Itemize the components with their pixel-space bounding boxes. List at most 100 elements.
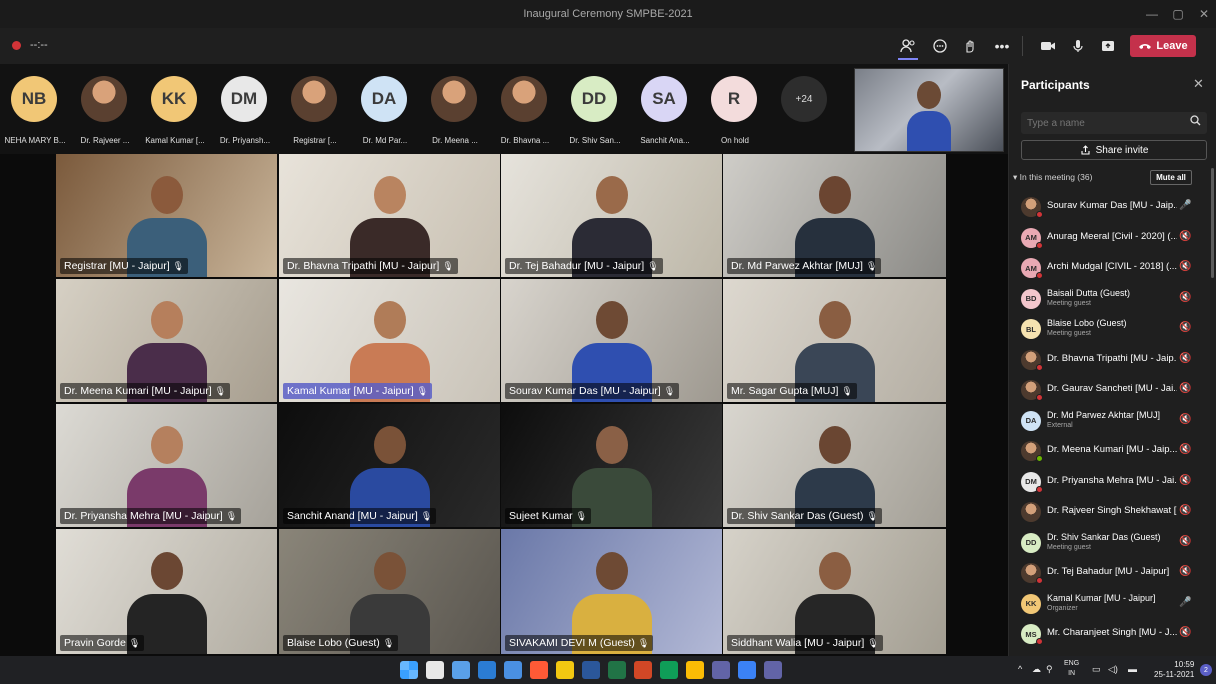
participant-list-item[interactable]: DD Dr. Shiv Sankar Das (Guest) Meeting gue…: [1009, 528, 1216, 559]
strip-participant[interactable]: Dr. Bhavna ...: [490, 64, 560, 154]
strip-participant[interactable]: Dr. Rajveer ...: [70, 64, 140, 154]
muted-mic-icon[interactable]: 🔇: [1179, 444, 1191, 455]
network-icon[interactable]: ▭: [1092, 664, 1101, 675]
in-meeting-section-header[interactable]: ▾ In this meeting (36): [1013, 172, 1092, 183]
microphone-icon[interactable]: 🎤: [1179, 200, 1191, 211]
muted-mic-icon[interactable]: 🔇: [1179, 566, 1191, 577]
strip-participant[interactable]: Dr. Meena ...: [420, 64, 490, 154]
close-icon[interactable]: ✕: [1192, 0, 1216, 28]
more-actions-icon[interactable]: •••: [990, 34, 1014, 58]
usb-icon[interactable]: ⚲: [1046, 664, 1053, 675]
video-tile[interactable]: Registrar [MU - Jaipur] 🎙: [56, 154, 277, 277]
video-tile[interactable]: Dr. Meena Kumari [MU - Jaipur] 🎙: [56, 279, 277, 402]
participant-list-item[interactable]: Dr. Tej Bahadur [MU - Jaipur] 🔇: [1009, 558, 1216, 589]
panel-scrollbar[interactable]: [1211, 168, 1214, 278]
muted-mic-icon[interactable]: 🔇: [1179, 292, 1191, 303]
microphone-icon[interactable]: 🎤: [1179, 597, 1191, 608]
self-view-video[interactable]: [854, 68, 1004, 152]
participant-list-item[interactable]: BD Baisali Dutta (Guest) Meeting guest 🔇: [1009, 284, 1216, 315]
participant-list-item[interactable]: Dr. Rajveer Singh Shekhawat [... 🔇: [1009, 497, 1216, 528]
muted-mic-icon[interactable]: 🔇: [1179, 505, 1191, 516]
strip-participant[interactable]: DM Dr. Priyansh...: [210, 64, 280, 154]
participant-list-item[interactable]: AM Anurag Meeral [Civil - 2020] (... 🔇: [1009, 223, 1216, 254]
camera-button[interactable]: [1036, 34, 1060, 58]
participant-list-item[interactable]: DA Dr. Md Parwez Akhtar [MUJ] External 🔇: [1009, 406, 1216, 437]
taskbar-app-icon[interactable]: [738, 661, 756, 679]
video-tile[interactable]: SIVAKAMI DEVI M (Guest) 🎙: [501, 529, 722, 654]
leave-button[interactable]: Leave: [1130, 35, 1196, 57]
notification-badge[interactable]: 2: [1200, 664, 1212, 676]
share-invite-button[interactable]: Share invite: [1021, 140, 1207, 160]
strip-participant[interactable]: NB NEHA MARY B...: [0, 64, 70, 154]
battery-icon[interactable]: ▬: [1128, 664, 1137, 674]
taskbar-app-icon[interactable]: [452, 661, 470, 679]
participant-list-item[interactable]: Dr. Bhavna Tripathi [MU - Jaip... 🔇: [1009, 345, 1216, 376]
panel-close-icon[interactable]: ✕: [1193, 76, 1204, 92]
participant-list-item[interactable]: BL Blaise Lobo (Guest) Meeting guest 🔇: [1009, 314, 1216, 345]
muted-mic-icon[interactable]: 🔇: [1179, 322, 1191, 333]
tray-overflow-icon[interactable]: ^: [1018, 664, 1022, 674]
participants-toggle-button[interactable]: [896, 34, 920, 58]
muted-mic-icon[interactable]: 🔇: [1179, 475, 1191, 486]
more-participants-button[interactable]: +24: [770, 64, 840, 154]
taskbar-app-icon[interactable]: [478, 661, 496, 679]
mute-all-button[interactable]: Mute all: [1150, 170, 1192, 185]
muted-mic-icon[interactable]: 🔇: [1179, 627, 1191, 638]
muted-mic-icon[interactable]: 🔇: [1179, 536, 1191, 547]
system-clock[interactable]: 10:59 25-11-2021: [1154, 660, 1194, 680]
video-tile[interactable]: Dr. Tej Bahadur [MU - Jaipur] 🎙: [501, 154, 722, 277]
language-indicator[interactable]: ENG IN: [1064, 659, 1079, 679]
strip-participant[interactable]: DA Dr. Md Par...: [350, 64, 420, 154]
video-tile[interactable]: Dr. Priyansha Mehra [MU - Jaipur] 🎙: [56, 404, 277, 527]
participant-search-input[interactable]: [1021, 112, 1181, 134]
participant-list-item[interactable]: KK Kamal Kumar [MU - Jaipur] Organizer 🎤: [1009, 589, 1216, 620]
participant-list-item[interactable]: AM Archi Mudgal [CIVIL - 2018] (... 🔇: [1009, 253, 1216, 284]
video-tile[interactable]: Pravin Gorde 🎙: [56, 529, 277, 654]
reactions-button[interactable]: [958, 34, 982, 58]
video-tile[interactable]: Siddhant Walia [MU - Jaipur] 🎙: [723, 529, 946, 654]
taskbar-app-icon[interactable]: [764, 661, 782, 679]
taskbar-app-icon[interactable]: [660, 661, 678, 679]
strip-participant[interactable]: SA Sanchit Ana...: [630, 64, 700, 154]
participant-list-item[interactable]: DM Dr. Priyansha Mehra [MU - Jai... 🔇: [1009, 467, 1216, 498]
video-tile[interactable]: Sujeet Kumar 🎙: [501, 404, 722, 527]
minimize-icon[interactable]: —: [1140, 0, 1164, 28]
share-screen-button[interactable]: [1096, 34, 1120, 58]
participant-list-item[interactable]: Dr. Gaurav Sancheti [MU - Jai... 🔇: [1009, 375, 1216, 406]
participant-list-item[interactable]: MS Mr. Charanjeet Singh [MU - J... 🔇: [1009, 619, 1216, 650]
taskbar-app-icon[interactable]: [686, 661, 704, 679]
restore-icon[interactable]: ▢: [1166, 0, 1190, 28]
volume-icon[interactable]: ◁): [1108, 664, 1118, 675]
windows-start-icon[interactable]: [400, 661, 418, 679]
video-tile[interactable]: Blaise Lobo (Guest) 🎙: [279, 529, 500, 654]
participant-list-item[interactable]: Dr. Meena Kumari [MU - Jaip... 🔇: [1009, 436, 1216, 467]
microphone-button[interactable]: [1066, 34, 1090, 58]
muted-mic-icon[interactable]: 🔇: [1179, 231, 1191, 242]
muted-mic-icon[interactable]: 🔇: [1179, 353, 1191, 364]
chat-button[interactable]: [928, 34, 952, 58]
video-tile[interactable]: Dr. Shiv Sankar Das (Guest) 🎙: [723, 404, 946, 527]
taskbar-app-icon[interactable]: [634, 661, 652, 679]
muted-mic-icon[interactable]: 🔇: [1179, 414, 1191, 425]
participant-list-item[interactable]: Sourav Kumar Das [MU - Jaip... 🎤: [1009, 192, 1216, 223]
video-tile[interactable]: Sanchit Anand [MU - Jaipur] 🎙: [279, 404, 500, 527]
video-tile[interactable]: Dr. Bhavna Tripathi [MU - Jaipur] 🎙: [279, 154, 500, 277]
taskbar-app-icon[interactable]: [530, 661, 548, 679]
taskbar-app-icon[interactable]: [504, 661, 522, 679]
taskbar-app-icon[interactable]: [556, 661, 574, 679]
search-icon[interactable]: [1190, 115, 1201, 129]
taskbar-app-icon[interactable]: [582, 661, 600, 679]
muted-mic-icon[interactable]: 🔇: [1179, 261, 1191, 272]
taskbar-app-icon[interactable]: [608, 661, 626, 679]
onedrive-icon[interactable]: ☁: [1032, 664, 1041, 675]
video-tile[interactable]: Mr. Sagar Gupta [MUJ] 🎙: [723, 279, 946, 402]
search-icon[interactable]: [426, 661, 444, 679]
strip-participant[interactable]: Registrar [...: [280, 64, 350, 154]
video-tile[interactable]: Sourav Kumar Das [MU - Jaipur] 🎙: [501, 279, 722, 402]
strip-participant[interactable]: KK Kamal Kumar [...: [140, 64, 210, 154]
strip-participant[interactable]: R On hold: [700, 64, 770, 154]
taskbar-app-icon[interactable]: [712, 661, 730, 679]
video-tile[interactable]: Dr. Md Parwez Akhtar [MUJ] 🎙: [723, 154, 946, 277]
strip-participant[interactable]: DD Dr. Shiv San...: [560, 64, 630, 154]
muted-mic-icon[interactable]: 🔇: [1179, 383, 1191, 394]
